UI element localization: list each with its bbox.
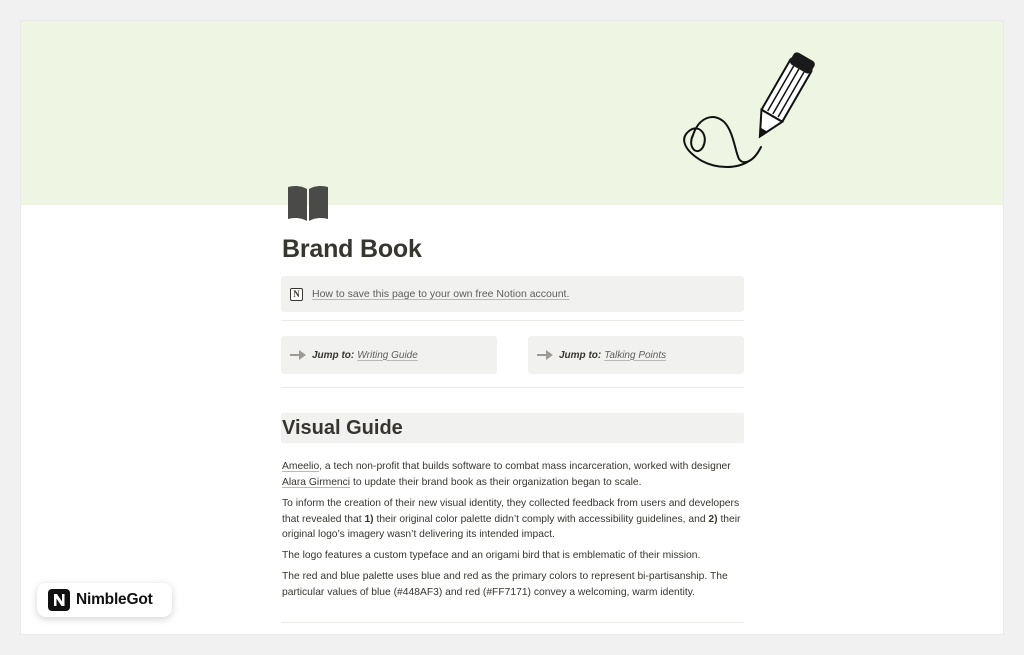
designer-link[interactable]: Alara Girmenci xyxy=(282,477,350,488)
heart-pencil-doodle-icon xyxy=(683,52,815,168)
page-cover[interactable] xyxy=(21,21,1003,205)
save-page-callout[interactable]: N How to save this page to your own free… xyxy=(281,276,744,312)
page-title[interactable]: Brand Book xyxy=(282,235,422,264)
paragraph-text: their original color palette didn’t comp… xyxy=(373,513,709,525)
bold-marker: 2) xyxy=(708,513,718,525)
paragraph[interactable]: The logo features a custom typeface and … xyxy=(282,548,744,564)
divider xyxy=(281,387,744,388)
divider xyxy=(281,320,744,321)
paragraph[interactable]: The red and blue palette uses blue and r… xyxy=(282,569,744,600)
paragraph[interactable]: Ameelio, a tech non-profit that builds s… xyxy=(282,459,744,490)
notion-page: Brand Book N How to save this page to yo… xyxy=(21,21,1003,634)
visual-guide-heading[interactable]: Visual Guide xyxy=(281,413,744,443)
paragraph[interactable]: To inform the creation of their new visu… xyxy=(282,496,744,543)
divider xyxy=(281,622,744,623)
nimblegot-badge[interactable]: NimbleGot xyxy=(37,583,172,617)
jump-label: Jump to: xyxy=(312,349,355,361)
writing-guide-link[interactable]: Writing Guide xyxy=(357,350,418,361)
jump-to-talking-points[interactable]: Jump to: Talking Points xyxy=(528,336,744,374)
bold-marker: 1) xyxy=(364,513,374,525)
ameelio-link[interactable]: Ameelio xyxy=(282,461,319,472)
heading-text: Visual Guide xyxy=(282,416,403,439)
right-arrow-icon xyxy=(290,350,306,360)
paragraph-text: , a tech non-profit that builds software… xyxy=(319,461,731,472)
nimblegot-logo-icon xyxy=(48,589,70,611)
jump-label: Jump to: xyxy=(559,349,602,361)
notion-icon: N xyxy=(290,287,303,301)
jump-to-writing-guide[interactable]: Jump to: Writing Guide xyxy=(281,336,497,374)
save-page-link[interactable]: How to save this page to your own free N… xyxy=(312,288,569,300)
badge-text: NimbleGot xyxy=(76,591,153,608)
open-book-icon[interactable] xyxy=(285,183,331,223)
right-arrow-icon xyxy=(537,350,553,360)
paragraph-text: to update their brand book as their orga… xyxy=(350,476,642,488)
talking-points-link[interactable]: Talking Points xyxy=(604,350,666,361)
